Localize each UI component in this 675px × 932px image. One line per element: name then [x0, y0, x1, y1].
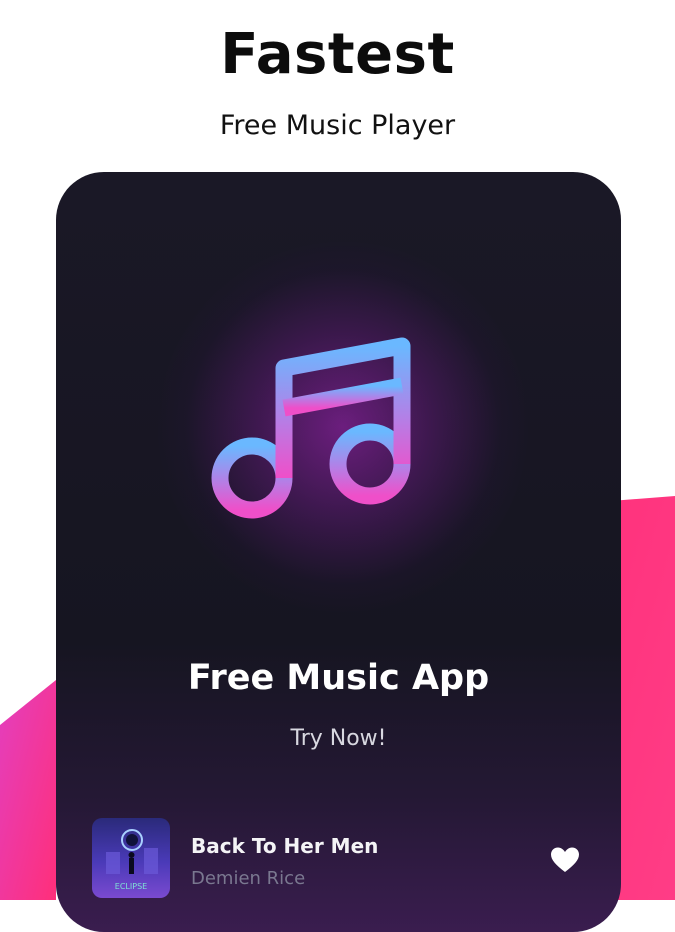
track-title: Back To Her Men [191, 834, 379, 858]
music-note-icon [211, 337, 411, 519]
page-headline: Fastest [220, 22, 455, 87]
album-art[interactable]: ECLIPSE [92, 818, 170, 898]
album-art-text: ECLIPSE [115, 882, 147, 891]
heart-icon[interactable] [550, 846, 580, 874]
track-artist: Demien Rice [191, 868, 306, 889]
page-subheadline: Free Music Player [219, 110, 456, 141]
promo-card: Free Music App Try Now! ECLIPSE Back To … [56, 172, 621, 932]
now-playing-row[interactable]: ECLIPSE Back To Her Men Demien Rice [92, 818, 592, 902]
try-now-button[interactable]: Try Now! [56, 726, 621, 751]
card-title: Free Music App [187, 658, 490, 698]
